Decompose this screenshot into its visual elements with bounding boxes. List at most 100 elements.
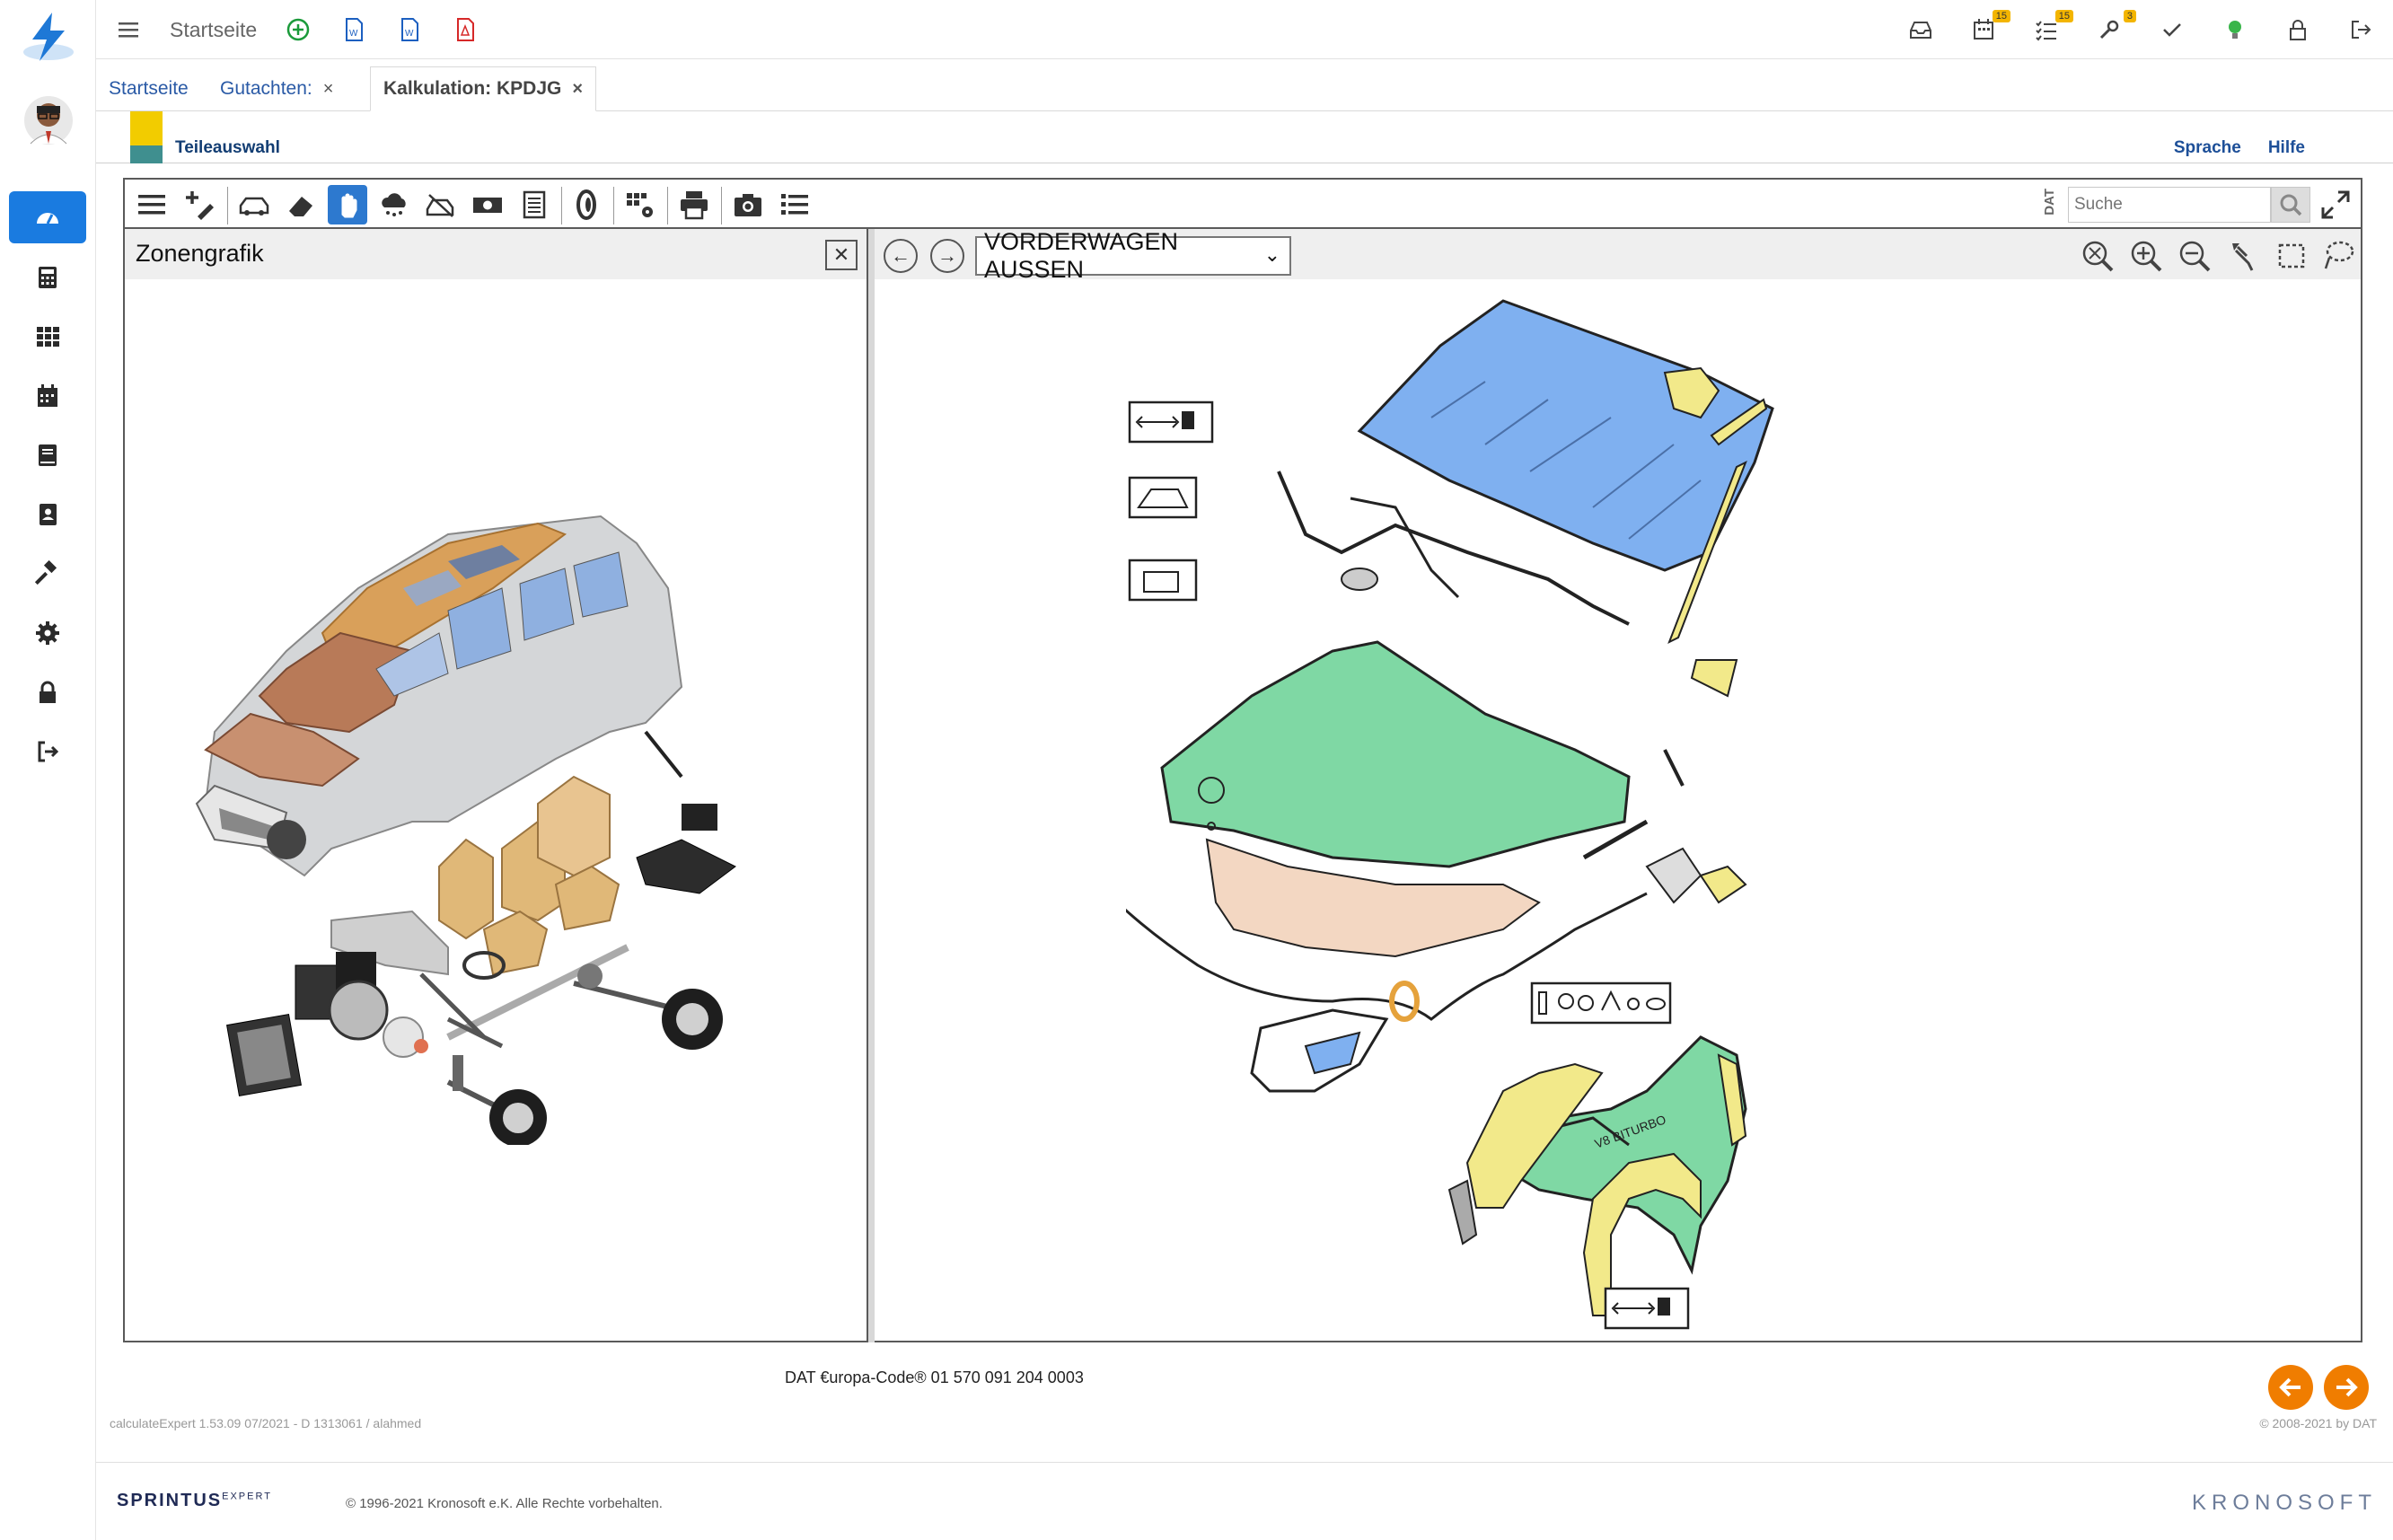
- panel-splitter[interactable]: [868, 229, 875, 1342]
- add-part-tool[interactable]: [180, 185, 220, 224]
- close-panel-button[interactable]: ✕: [825, 240, 858, 270]
- zoom-in-button[interactable]: [2126, 236, 2166, 276]
- search-icon: [2280, 194, 2302, 216]
- list-menu-icon: [138, 195, 165, 215]
- tasks-button[interactable]: 15: [2032, 10, 2073, 44]
- menu-tool[interactable]: [132, 185, 172, 224]
- user-avatar[interactable]: [23, 93, 74, 149]
- zoom-fit-button[interactable]: [2078, 236, 2117, 276]
- svg-text:W: W: [349, 29, 358, 39]
- document-icon: [523, 190, 546, 219]
- zoom-out-button[interactable]: [2175, 236, 2214, 276]
- paint-legend-box-2[interactable]: [1604, 1287, 1690, 1330]
- lasso-icon: [2324, 241, 2354, 269]
- tab-kalkulation[interactable]: Kalkulation: KPDJG ×: [370, 66, 597, 111]
- zoom-in-icon: [2131, 241, 2162, 272]
- zone-select[interactable]: VORDERWAGEN AUSSEN ⌄: [975, 228, 1291, 283]
- hand-tool[interactable]: [328, 185, 367, 224]
- hood-legend-box[interactable]: [1128, 476, 1198, 519]
- pdf-file-icon: [457, 18, 475, 41]
- search-box: [2068, 187, 2271, 223]
- settings-nav[interactable]: [9, 607, 86, 659]
- word-file-icon: W: [401, 18, 419, 41]
- exploded-car-illustration[interactable]: [179, 462, 825, 1145]
- lock-button[interactable]: [2283, 15, 2312, 44]
- parts-graphic-header: ← → VORDERWAGEN AUSSEN ⌄: [875, 228, 2361, 283]
- lock-icon: [40, 681, 56, 703]
- tools-button[interactable]: 3: [2095, 10, 2136, 44]
- calculator-icon: [39, 267, 57, 288]
- word-doc-button[interactable]: W: [339, 15, 368, 44]
- hand-pointer-icon: [341, 193, 357, 218]
- footer-divider: [96, 1462, 2393, 1463]
- tab-startseite[interactable]: Startseite: [96, 66, 201, 111]
- fasteners-legend-box[interactable]: [1530, 981, 1672, 1025]
- search-input[interactable]: [2069, 188, 2266, 222]
- pdf-button[interactable]: [451, 15, 479, 44]
- next-button[interactable]: [2324, 1365, 2369, 1410]
- expand-icon: [2321, 190, 2350, 219]
- print-tool[interactable]: [674, 185, 714, 224]
- contacts-nav[interactable]: [9, 488, 86, 541]
- tips-button[interactable]: [2221, 15, 2249, 44]
- damaged-car-icon: [426, 194, 454, 217]
- printer-icon: [681, 191, 708, 220]
- language-link[interactable]: Sprache: [2174, 138, 2241, 158]
- logout-nav[interactable]: [9, 726, 86, 778]
- config-tool[interactable]: [620, 185, 660, 224]
- previous-button[interactable]: [2268, 1365, 2313, 1410]
- hand-pointer-icon: [2232, 243, 2254, 271]
- tab-bar: Startseite Gutachten: × Kalkulation: KPD…: [96, 59, 2393, 111]
- logout-button[interactable]: [2346, 15, 2375, 44]
- inbox-button[interactable]: [1906, 15, 1935, 44]
- money-tool[interactable]: [468, 185, 507, 224]
- zoom-fit-icon: [2082, 241, 2114, 272]
- lasso-select-button[interactable]: [2318, 236, 2358, 276]
- box-select-button[interactable]: [2272, 236, 2311, 276]
- tab-gutachten[interactable]: Gutachten: ×: [207, 66, 346, 111]
- grid-nav[interactable]: [9, 311, 86, 363]
- eraser-tool[interactable]: [281, 185, 321, 224]
- wheel-tool[interactable]: [567, 185, 606, 224]
- front-exterior-parts-diagram[interactable]: V8 BITURBO: [1126, 283, 2239, 1333]
- calendar-nav[interactable]: [9, 370, 86, 422]
- dashboard-nav[interactable]: [9, 191, 86, 243]
- eraser-icon: [289, 197, 312, 216]
- camera-tool[interactable]: [728, 185, 768, 224]
- help-link[interactable]: Hilfe: [2268, 138, 2305, 158]
- fullscreen-button[interactable]: [2318, 187, 2353, 223]
- close-icon[interactable]: ×: [323, 79, 334, 100]
- back-button[interactable]: ←: [884, 239, 918, 273]
- list-tool[interactable]: [775, 185, 814, 224]
- marquee-select-icon: [2278, 243, 2305, 268]
- zone-graphic-panel: Zonengrafik ✕: [123, 229, 868, 1342]
- hail-tool[interactable]: [374, 185, 414, 224]
- search-button[interactable]: [2271, 187, 2310, 223]
- tab-label: Startseite: [109, 78, 189, 99]
- battery-legend-box[interactable]: [1128, 559, 1198, 602]
- forward-button[interactable]: →: [930, 239, 964, 273]
- brand-suffix: EXPERT: [222, 1491, 272, 1502]
- zone-select-value: VORDERWAGEN AUSSEN: [984, 228, 1179, 283]
- add-button[interactable]: [284, 15, 312, 44]
- book-icon: [39, 444, 57, 466]
- calendar-button[interactable]: 15: [1969, 10, 2010, 44]
- accident-tool[interactable]: [421, 185, 461, 224]
- close-icon[interactable]: ×: [572, 79, 583, 100]
- paint-legend-box[interactable]: [1128, 400, 1214, 444]
- word-doc-button-2[interactable]: W: [395, 15, 424, 44]
- dashboard-icon: [37, 213, 58, 224]
- sheet-tool[interactable]: [515, 185, 554, 224]
- tab-label: Kalkulation: KPDJG: [383, 78, 562, 99]
- lock-nav[interactable]: [9, 666, 86, 718]
- calculator-nav[interactable]: [9, 251, 86, 304]
- brand-name: SPRINTUS: [117, 1491, 223, 1510]
- hammer-nav[interactable]: [9, 548, 86, 600]
- car-overview-tool[interactable]: [234, 185, 274, 224]
- check-button[interactable]: [2158, 15, 2186, 44]
- book-nav[interactable]: [9, 429, 86, 481]
- pan-button[interactable]: [2223, 236, 2263, 276]
- check-icon: [2163, 23, 2181, 37]
- app-logo[interactable]: [16, 9, 81, 65]
- menu-button[interactable]: [114, 15, 143, 44]
